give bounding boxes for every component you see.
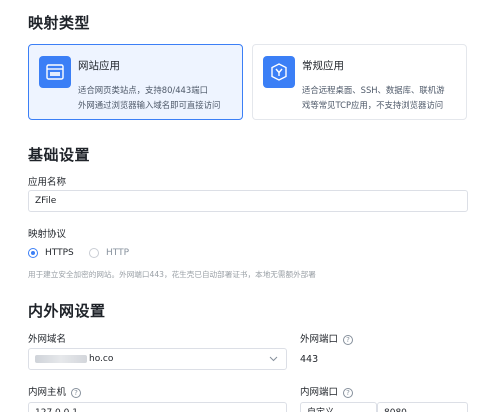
chevron-down-icon — [269, 349, 278, 377]
protocol-https-label: HTTPS — [45, 248, 74, 258]
external-port-label: 外网端口 — [300, 334, 339, 345]
internal-port-input[interactable]: 8080 — [377, 402, 468, 412]
general-app-card[interactable]: 常规应用 适合远程桌面、SSH、数据库、联机游 戏等常见TCP应用，不支持浏览器… — [252, 44, 467, 120]
external-domain-value: ho.co — [89, 354, 114, 364]
general-app-desc-line2: 戏等常见TCP应用，不支持浏览器访问 — [302, 100, 444, 110]
browser-window-icon — [39, 56, 71, 88]
internal-port-mode-select[interactable]: 自定义 — [300, 402, 377, 412]
basic-settings-title: 基础设置 — [28, 146, 91, 164]
general-app-desc-line1: 适合远程桌面、SSH、数据库、联机游 — [302, 85, 445, 95]
website-app-card[interactable]: 网站应用 适合网页类站点，支持80/443端口 外网通过浏览器输入域名即可直接访… — [28, 44, 243, 120]
app-name-label: 应用名称 — [28, 177, 67, 188]
radio-checked-icon — [28, 248, 38, 258]
mapping-type-title: 映射类型 — [28, 14, 91, 32]
protocol-label: 映射协议 — [28, 229, 67, 240]
website-app-desc-line2: 外网通过浏览器输入域名即可直接访问 — [78, 100, 221, 110]
external-port-value: 443 — [300, 354, 319, 365]
app-name-input[interactable]: ZFile — [28, 190, 468, 212]
redacted-domain-prefix — [35, 354, 87, 363]
internal-port-label-wrap: 内网端口? — [300, 384, 354, 398]
help-icon[interactable]: ? — [343, 334, 354, 345]
website-app-desc: 适合网页类站点，支持80/443端口 外网通过浏览器输入域名即可直接访问 — [78, 83, 220, 113]
radio-unchecked-icon — [89, 248, 99, 258]
protocol-https-radio[interactable]: HTTPS — [28, 248, 74, 258]
website-app-title: 网站应用 — [78, 60, 120, 72]
shield-y-icon — [263, 56, 295, 88]
internal-port-label: 内网端口 — [300, 387, 339, 398]
external-port-label-wrap: 外网端口? — [300, 331, 354, 345]
internal-host-input[interactable]: 127.0.0.1 — [28, 402, 287, 412]
general-app-desc: 适合远程桌面、SSH、数据库、联机游 戏等常见TCP应用，不支持浏览器访问 — [302, 83, 445, 113]
protocol-http-label: HTTP — [106, 248, 130, 258]
help-icon[interactable]: ? — [343, 387, 354, 398]
protocol-http-radio[interactable]: HTTP — [89, 248, 129, 258]
internal-host-label: 内网主机 — [28, 387, 67, 398]
internal-host-label-wrap: 内网主机? — [28, 384, 82, 398]
external-domain-label: 外网域名 — [28, 334, 67, 345]
external-domain-select[interactable]: ho.co — [28, 348, 287, 370]
general-app-title: 常规应用 — [302, 60, 344, 72]
help-icon[interactable]: ? — [71, 387, 82, 398]
website-app-desc-line1: 适合网页类站点，支持80/443端口 — [78, 85, 208, 95]
protocol-note: 用于建立安全加密的网站。外网端口443，花生壳已自动部署证书，本地无需额外部署 — [28, 270, 316, 279]
network-settings-title: 内外网设置 — [28, 302, 106, 320]
